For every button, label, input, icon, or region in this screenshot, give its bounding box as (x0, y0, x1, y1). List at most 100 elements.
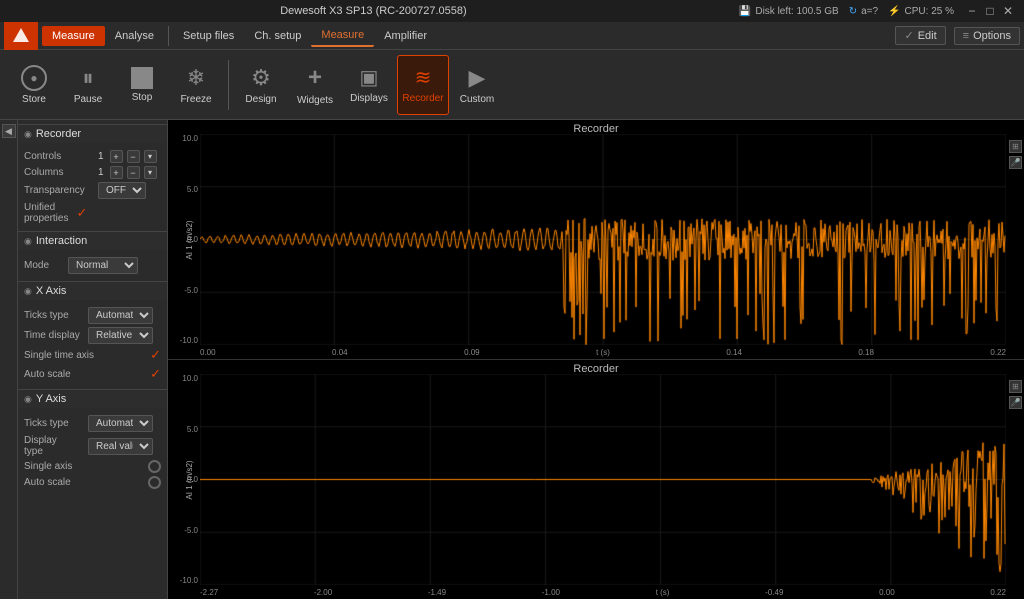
chart1-x-ticks: 0.00 0.04 0.09 t (s) 0.14 0.18 0.22 (200, 345, 1006, 359)
single-time-label: Single time axis (24, 350, 94, 361)
ch-setup-btn[interactable]: Ch. setup (244, 26, 311, 46)
cpu-icon: ⚡ (888, 6, 900, 17)
auto-scale-y-label: Auto scale (24, 477, 71, 488)
custom-button[interactable]: ▶ Custom (451, 55, 503, 115)
toolbar: ● Store ⏸ Pause Stop ❄ Freeze ⚙ Design +… (0, 50, 1024, 120)
ticks-type-dropdown[interactable]: Automatic (88, 307, 153, 324)
transparency-label: Transparency (24, 185, 94, 196)
measure-btn-active[interactable]: Measure (42, 26, 105, 46)
recorder-section-content: Controls 1 + − ▾ Columns 1 + − ▾ Transpa… (18, 143, 167, 231)
columns-minus[interactable]: − (127, 166, 140, 179)
chart1-y-label: AI 1 (m/s2) (185, 220, 194, 259)
auto-scale-y-radio[interactable] (148, 476, 161, 489)
y-ticks-type-label: Ticks type (24, 418, 84, 429)
auto-scale-y-row: Auto scale (24, 476, 161, 489)
time-display-row: Time display Relative (24, 327, 161, 344)
columns-row: Columns 1 + − ▾ (24, 166, 161, 179)
display-type-row: Displaytype Real value (24, 435, 161, 457)
chart2-y-label: AI 1 (m/s2) (185, 460, 194, 499)
unified-label: Unifiedproperties (24, 202, 68, 224)
chart1-icon2[interactable]: 🎤 (1009, 156, 1022, 169)
stop-button[interactable]: Stop (116, 55, 168, 115)
chart2-title: Recorder (573, 363, 618, 375)
loading-icon: ↻ (849, 6, 857, 17)
options-btn[interactable]: ≡ Options (954, 27, 1020, 45)
chart2-icon2[interactable]: 🎤 (1009, 396, 1022, 409)
options-icon: ≡ (963, 30, 969, 42)
columns-label: Columns (24, 167, 94, 178)
columns-value: 1 (98, 167, 104, 178)
recorder-button[interactable]: ≋ Recorder (397, 55, 449, 115)
mode-dropdown[interactable]: Normal (68, 257, 138, 274)
controls-minus[interactable]: − (127, 150, 140, 163)
store-icon: ● (21, 65, 47, 91)
titlebar: Dewesoft X3 SP13 (RC-200727.0558) 💾 Disk… (0, 0, 1024, 22)
mode-row: Mode Normal (24, 257, 161, 274)
widgets-button[interactable]: + Widgets (289, 55, 341, 115)
single-time-check: ✓ (150, 347, 161, 363)
y-ticks-type-row: Ticks type Automatic (24, 415, 161, 432)
controls-label: Controls (24, 151, 94, 162)
logo (4, 22, 38, 50)
logo-icon (11, 26, 31, 46)
chart2-x-ticks: -2.27 -2.00 -1.49 -1.00 t (s) -0.49 0.00… (200, 585, 1006, 599)
time-display-dropdown[interactable]: Relative (88, 327, 153, 344)
measure-tab-btn[interactable]: Measure (311, 25, 374, 47)
window-controls: 💾 Disk left: 100.5 GB ↻ a=? ⚡ CPU: 25 % … (739, 3, 1016, 19)
controls-plus[interactable]: + (110, 150, 123, 163)
columns-chevron[interactable]: ▾ (144, 166, 157, 179)
interaction-section-arrow: ◉ (24, 236, 32, 247)
loading-status: ↻ a=? (849, 3, 878, 19)
controls-value: 1 (98, 151, 104, 162)
single-axis-radio[interactable] (148, 460, 161, 473)
setup-files-btn[interactable]: Setup files (173, 26, 244, 46)
chart2-icon1[interactable]: ⊞ (1009, 380, 1022, 393)
analyse-btn[interactable]: Analyse (105, 26, 164, 46)
chart1: Recorder 10.0 5.0 0.0 -5.0 -10.0 AI 1 (m… (168, 120, 1024, 360)
columns-plus[interactable]: + (110, 166, 123, 179)
cpu-status: ⚡ CPU: 25 % (888, 3, 954, 19)
mode-label: Mode (24, 260, 64, 271)
controls-chevron[interactable]: ▾ (144, 150, 157, 163)
close-button[interactable]: ✕ (1000, 3, 1016, 19)
chart2-canvas[interactable] (200, 374, 1006, 585)
xaxis-section-header[interactable]: ◉ X Axis (18, 281, 167, 300)
unified-check-icon: ✓ (76, 205, 87, 221)
main-area: ◀ ◉ Recorder Controls 1 + − ▾ Columns 1 … (0, 120, 1024, 599)
xaxis-section-arrow: ◉ (24, 286, 32, 297)
sidebar: ◉ Recorder Controls 1 + − ▾ Columns 1 + … (18, 120, 168, 599)
freeze-button[interactable]: ❄ Freeze (170, 55, 222, 115)
maximize-button[interactable]: □ (982, 3, 998, 19)
amplifier-btn[interactable]: Amplifier (374, 26, 437, 46)
charts-area: Recorder 10.0 5.0 0.0 -5.0 -10.0 AI 1 (m… (168, 120, 1024, 599)
edit-btn[interactable]: ✓ Edit (895, 26, 945, 45)
single-axis-row: Single axis (24, 460, 161, 473)
chart1-title: Recorder (573, 123, 618, 135)
design-button[interactable]: ⚙ Design (235, 55, 287, 115)
interaction-section-header[interactable]: ◉ Interaction (18, 231, 167, 250)
auto-scale-x-check: ✓ (150, 366, 161, 382)
recorder-section-header[interactable]: ◉ Recorder (18, 124, 167, 143)
freeze-icon: ❄ (187, 65, 205, 91)
stop-icon (131, 67, 153, 89)
ticks-type-label: Ticks type (24, 310, 84, 321)
chart1-icon1[interactable]: ⊞ (1009, 140, 1022, 153)
recorder-section-arrow: ◉ (24, 129, 32, 140)
displays-icon: ▣ (360, 65, 379, 90)
chart2-side-icons: ⊞ 🎤 (1009, 380, 1022, 409)
app-title: Dewesoft X3 SP13 (RC-200727.0558) (8, 5, 739, 17)
chart1-canvas[interactable] (200, 134, 1006, 345)
single-time-row: Single time axis ✓ (24, 347, 161, 363)
yaxis-section-arrow: ◉ (24, 394, 32, 405)
sidebar-collapse-button[interactable]: ◀ (2, 124, 16, 138)
transparency-dropdown[interactable]: OFF ON (98, 182, 146, 199)
widgets-icon: + (308, 64, 322, 92)
displays-button[interactable]: ▣ Displays (343, 55, 395, 115)
y-ticks-type-dropdown[interactable]: Automatic (88, 415, 153, 432)
display-type-dropdown[interactable]: Real value (88, 438, 153, 455)
minimize-button[interactable]: − (964, 3, 980, 19)
store-button[interactable]: ● Store (8, 55, 60, 115)
yaxis-section-header[interactable]: ◉ Y Axis (18, 389, 167, 408)
pause-icon: ⏸ (82, 65, 93, 91)
pause-button[interactable]: ⏸ Pause (62, 55, 114, 115)
